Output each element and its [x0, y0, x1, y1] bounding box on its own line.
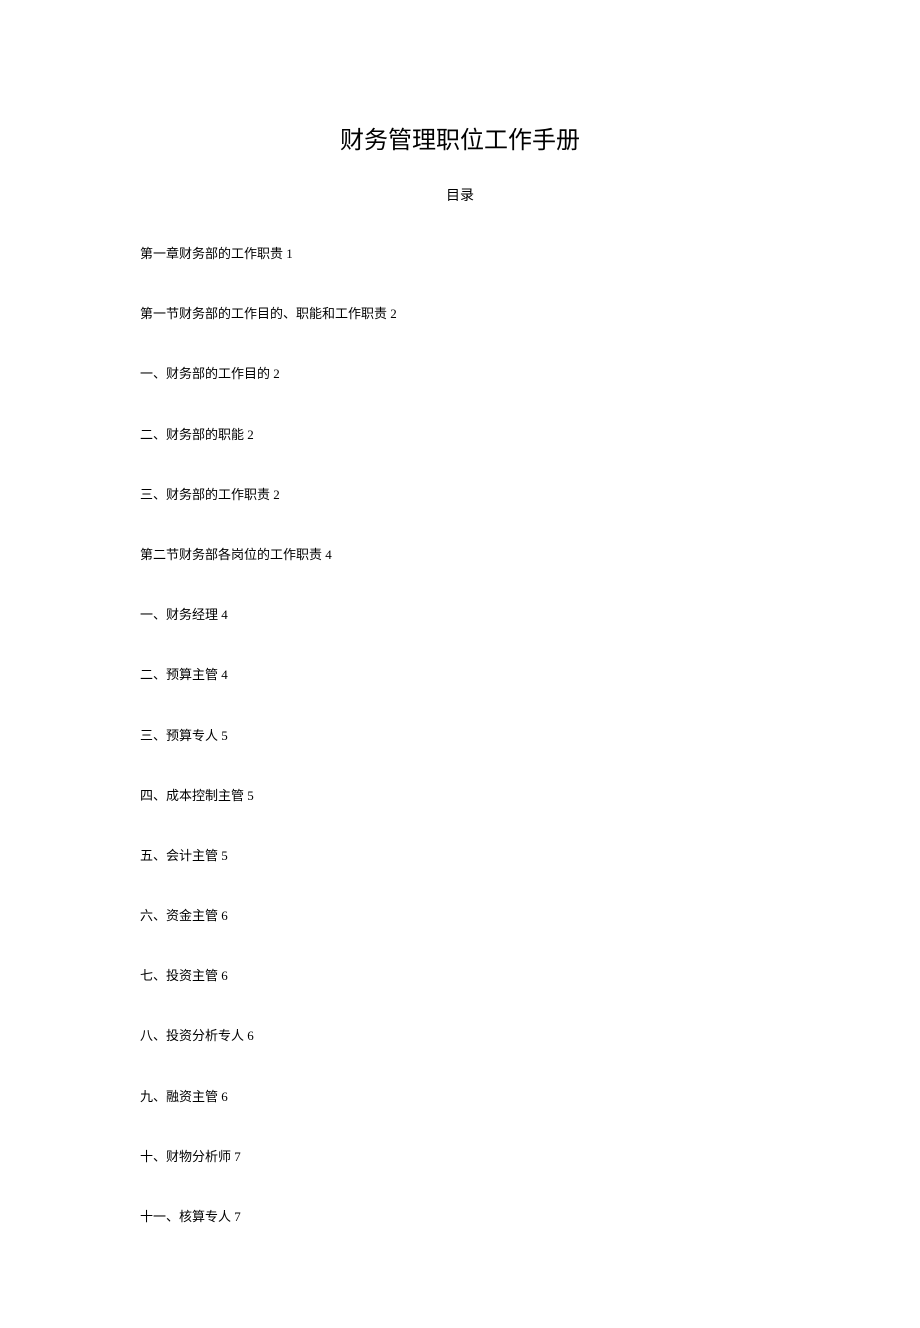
toc-entry: 七、投资主管 6	[140, 967, 780, 985]
toc-entry: 三、预算专人 5	[140, 727, 780, 745]
document-page: 财务管理职位工作手册 目录 第一章财务部的工作职贵 1 第一节财务部的工作目的、…	[0, 0, 920, 1328]
toc-entry: 一、财务经理 4	[140, 606, 780, 624]
toc-entry: 第一章财务部的工作职贵 1	[140, 245, 780, 263]
document-title: 财务管理职位工作手册	[140, 120, 780, 155]
toc-entry: 一、财务部的工作目的 2	[140, 365, 780, 383]
toc-entry: 第二节财务部各岗位的工作职责 4	[140, 546, 780, 564]
toc-entry: 五、会计主管 5	[140, 847, 780, 865]
toc-entry: 九、融资主管 6	[140, 1088, 780, 1106]
toc-entry: 三、财务部的工作职责 2	[140, 486, 780, 504]
toc-entry: 二、财务部的职能 2	[140, 426, 780, 444]
toc-entry: 二、预算主管 4	[140, 666, 780, 684]
toc-entry: 八、投资分析专人 6	[140, 1027, 780, 1045]
toc-label: 目录	[140, 185, 780, 205]
toc-entry: 六、资金主管 6	[140, 907, 780, 925]
toc-entry: 十一、核算专人 7	[140, 1208, 780, 1226]
toc-entry: 四、成本控制主管 5	[140, 787, 780, 805]
toc-entry: 第一节财务部的工作目的、职能和工作职责 2	[140, 305, 780, 323]
toc-entry: 十、财物分析师 7	[140, 1148, 780, 1166]
